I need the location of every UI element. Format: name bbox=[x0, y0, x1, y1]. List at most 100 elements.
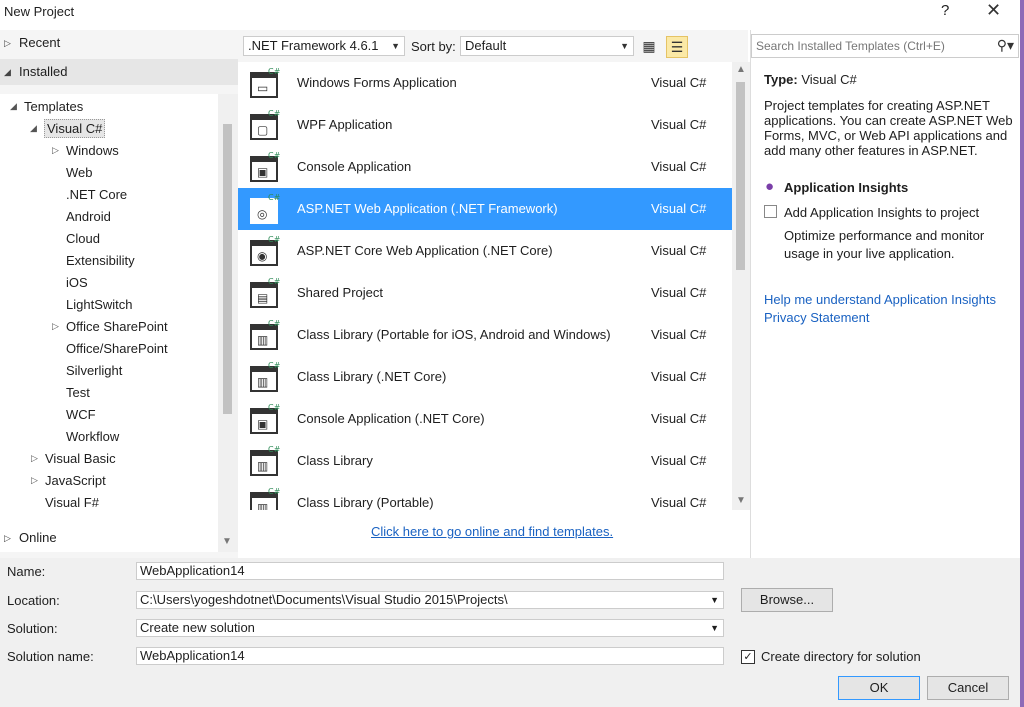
location-field[interactable]: C:\Users\yogeshdotnet\Documents\Visual S… bbox=[136, 591, 724, 609]
svg-text:▥: ▥ bbox=[257, 375, 268, 389]
search-icon[interactable]: ⚲▾ bbox=[997, 37, 1014, 54]
expand-arrow-icon[interactable]: ▷ bbox=[4, 30, 11, 56]
shared-project-icon: C# ▤ bbox=[248, 276, 282, 310]
tree-scrollbar[interactable]: ▼ bbox=[218, 94, 238, 552]
template-list: C# ▭ Windows Forms Application Visual C# C# ▢… bbox=[238, 62, 732, 510]
collapse-arrow-icon[interactable]: ◢ bbox=[30, 118, 37, 139]
online-section[interactable]: ▷ Online bbox=[0, 525, 238, 551]
template-row[interactable]: C# ▣ Console Application Visual C# bbox=[238, 146, 732, 188]
tree-android[interactable]: Android bbox=[66, 206, 111, 227]
template-name: Class Library bbox=[297, 453, 373, 468]
online-templates-link[interactable]: Click here to go online and find templat… bbox=[371, 524, 613, 539]
cancel-button[interactable]: Cancel bbox=[927, 676, 1009, 700]
tree-lightswitch[interactable]: LightSwitch bbox=[66, 294, 132, 315]
privacy-statement-link[interactable]: Privacy Statement bbox=[764, 310, 870, 325]
tree-extensibility[interactable]: Extensibility bbox=[66, 250, 135, 271]
lightbulb-icon: ● bbox=[765, 178, 775, 195]
tree-visual-csharp[interactable]: ◢ Visual C# bbox=[30, 118, 106, 139]
template-row[interactable]: C# ▥ Class Library (Portable for iOS, Andr… bbox=[238, 314, 732, 356]
svg-text:◎: ◎ bbox=[257, 207, 267, 221]
svg-text:C#: C# bbox=[268, 445, 281, 454]
template-language: Visual C# bbox=[651, 327, 707, 342]
svg-text:C#: C# bbox=[268, 319, 281, 328]
template-type: Type: Visual C# bbox=[764, 72, 857, 87]
scroll-up-icon[interactable]: ▲ bbox=[736, 64, 746, 75]
search-placeholder: Search Installed Templates (Ctrl+E) bbox=[756, 39, 945, 53]
solution-name-field[interactable]: WebApplication14 bbox=[136, 647, 724, 665]
list-view-button[interactable]: ☰ bbox=[666, 36, 688, 58]
template-row[interactable]: C# ▥ Class Library (.NET Core) Visual C# bbox=[238, 356, 732, 398]
small-icons-view-button[interactable]: ▦ bbox=[638, 36, 660, 58]
tree-test[interactable]: Test bbox=[66, 382, 90, 403]
template-row[interactable]: C# ▤ Shared Project Visual C# bbox=[238, 272, 732, 314]
template-row[interactable]: C# ▢ WPF Application Visual C# bbox=[238, 104, 732, 146]
console-icon: C# ▣ bbox=[248, 150, 282, 184]
tree-ios[interactable]: iOS bbox=[66, 272, 88, 293]
recent-section[interactable]: ▷ Recent bbox=[0, 30, 238, 56]
template-row[interactable]: C# ◎ ASP.NET Web Application (.NET Framewo… bbox=[238, 188, 732, 230]
checkmark-icon: ✓ bbox=[743, 651, 753, 663]
chevron-down-icon[interactable]: ▼ bbox=[710, 620, 719, 636]
help-button[interactable]: ? bbox=[941, 2, 949, 19]
project-form: Name: WebApplication14 Location: C:\User… bbox=[0, 558, 1024, 707]
svg-text:▥: ▥ bbox=[257, 459, 268, 473]
tree-templates[interactable]: ◢ Templates bbox=[10, 96, 83, 117]
template-row[interactable]: C# ▭ Windows Forms Application Visual C# bbox=[238, 62, 732, 104]
browse-button[interactable]: Browse... bbox=[741, 588, 833, 612]
create-directory-checkbox[interactable]: ✓ bbox=[741, 650, 755, 664]
expand-arrow-icon[interactable]: ▷ bbox=[52, 140, 59, 161]
solution-name-label: Solution name: bbox=[7, 649, 94, 664]
search-input[interactable]: Search Installed Templates (Ctrl+E) ⚲▾ bbox=[751, 34, 1019, 58]
list-scrollbar[interactable]: ▲ ▼ bbox=[732, 62, 750, 510]
tree-web[interactable]: Web bbox=[66, 162, 93, 183]
svg-text:C#: C# bbox=[268, 235, 281, 244]
svg-text:C#: C# bbox=[268, 67, 281, 76]
list-scroll-thumb[interactable] bbox=[736, 82, 745, 270]
solution-dropdown[interactable]: Create new solution ▼ bbox=[136, 619, 724, 637]
expand-arrow-icon[interactable]: ▷ bbox=[4, 525, 11, 551]
expand-arrow-icon[interactable]: ▷ bbox=[52, 316, 59, 337]
framework-dropdown[interactable]: .NET Framework 4.6.1 ▼ bbox=[243, 36, 405, 56]
tree-cloud[interactable]: Cloud bbox=[66, 228, 100, 249]
class-library-core-icon: C# ▥ bbox=[248, 360, 282, 394]
recent-label: Recent bbox=[19, 35, 61, 50]
svg-text:C#: C# bbox=[268, 193, 281, 202]
sort-dropdown[interactable]: Default ▼ bbox=[460, 36, 634, 56]
tree-visual-fsharp[interactable]: Visual F# bbox=[45, 492, 99, 513]
collapse-arrow-icon[interactable]: ◢ bbox=[10, 96, 17, 117]
tree-wcf[interactable]: WCF bbox=[66, 404, 96, 425]
template-row[interactable]: C# ▣ Console Application (.NET Core) Visual… bbox=[238, 398, 732, 440]
create-directory-label[interactable]: Create directory for solution bbox=[761, 649, 921, 664]
app-insights-help-link[interactable]: Help me understand Application Insights bbox=[764, 292, 996, 307]
scroll-down-icon[interactable]: ▼ bbox=[736, 495, 746, 506]
window-title: New Project bbox=[4, 4, 75, 19]
tree-visual-basic[interactable]: ▷ Visual Basic bbox=[31, 448, 116, 469]
tree-windows[interactable]: ▷ Windows bbox=[52, 140, 119, 161]
ok-button[interactable]: OK bbox=[838, 676, 920, 700]
template-language: Visual C# bbox=[651, 159, 707, 174]
installed-section[interactable]: ◢ Installed bbox=[0, 59, 238, 85]
app-insights-checkbox-label[interactable]: Add Application Insights to project bbox=[784, 205, 979, 220]
name-label: Name: bbox=[7, 564, 46, 579]
collapse-arrow-icon[interactable]: ◢ bbox=[4, 59, 11, 85]
tree-javascript[interactable]: ▷ JavaScript bbox=[31, 470, 106, 491]
template-language: Visual C# bbox=[651, 201, 707, 216]
tree-office-sharepoint[interactable]: ▷ Office SharePoint bbox=[52, 316, 168, 337]
template-row[interactable]: C# ▥ Class Library Visual C# bbox=[238, 440, 732, 482]
tree-net-core[interactable]: .NET Core bbox=[66, 184, 127, 205]
class-library-icon: C# ▥ bbox=[248, 318, 282, 352]
close-button[interactable]: ✕ bbox=[986, 0, 1001, 21]
app-insights-checkbox[interactable] bbox=[764, 205, 777, 218]
svg-text:▣: ▣ bbox=[257, 417, 268, 431]
template-row[interactable]: C# ◉ ASP.NET Core Web Application (.NET Co… bbox=[238, 230, 732, 272]
tree-office-slash-sharepoint[interactable]: Office/SharePoint bbox=[66, 338, 168, 359]
chevron-down-icon[interactable]: ▼ bbox=[710, 592, 719, 608]
tree-scroll-thumb[interactable] bbox=[223, 124, 232, 414]
project-name-field[interactable]: WebApplication14 bbox=[136, 562, 724, 580]
tree-workflow[interactable]: Workflow bbox=[66, 426, 119, 447]
expand-arrow-icon[interactable]: ▷ bbox=[31, 470, 38, 491]
template-row[interactable]: C# ▥ Class Library (Portable) Visual C# bbox=[238, 482, 732, 510]
template-language: Visual C# bbox=[651, 453, 707, 468]
tree-silverlight[interactable]: Silverlight bbox=[66, 360, 122, 381]
expand-arrow-icon[interactable]: ▷ bbox=[31, 448, 38, 469]
